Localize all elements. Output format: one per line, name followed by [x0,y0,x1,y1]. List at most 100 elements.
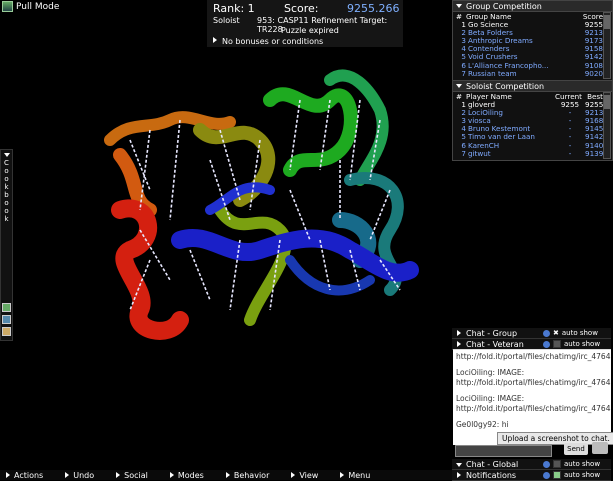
arrow-icon [6,472,10,478]
camera-icon[interactable] [592,442,608,454]
row-current: - [568,148,572,158]
expand-arrow-icon [457,471,461,478]
auto-show-toggle[interactable]: auto show [553,471,611,479]
collapse-arrow-icon [456,462,462,467]
cookbook-letter: C [4,159,9,167]
pull-mode-icon [2,1,13,12]
auto-show-toggle[interactable]: auto show [553,460,611,468]
menu-menu[interactable]: Menu [340,471,370,480]
notifications-tab[interactable]: Notifications auto show [452,470,611,481]
info-icon[interactable] [543,471,550,479]
row-score: 9020 [584,68,603,78]
auto-show-toggle[interactable]: ✖ auto show [553,329,611,337]
cookbook-letter: o [4,167,9,175]
chat-message: http://fold.it/portal/files/chatimg/irc_… [456,352,611,361]
menu-actions[interactable]: Actions [6,471,43,480]
menu-label: View [299,470,319,480]
cookbook-letter: b [4,191,9,199]
pull-mode-button[interactable]: Pull Mode [2,1,59,12]
info-icon[interactable] [543,460,550,468]
cookbook-letter: o [4,175,9,183]
recipe-icon[interactable] [2,303,11,312]
arrow-icon [291,472,296,478]
menu-undo[interactable]: Undo [65,471,94,480]
row-best: 9139 [585,148,604,158]
info-icon[interactable] [543,340,550,348]
recipe-group-icon[interactable] [2,315,11,324]
scroll-thumb[interactable] [604,15,610,29]
cookbook-letter: o [4,199,9,207]
recipe-edit-icon[interactable] [2,327,11,336]
bonus-label: No bonuses or conditions [222,37,324,46]
auto-show-label: auto show [564,471,601,479]
soloist-competition-header[interactable]: Soloist Competition [453,81,612,92]
arrow-icon [169,472,174,478]
close-icon: ✖ [553,329,559,337]
cookbook-letter: o [4,207,9,215]
send-button[interactable]: Send [564,443,588,455]
auto-show-label: auto show [564,340,601,348]
arrow-icon [340,472,345,478]
row-name: Russian team [468,68,517,78]
info-icon[interactable] [543,329,550,337]
bottom-menu-bar: Actions Undo Social Modes Behavior View … [0,470,452,480]
menu-behavior[interactable]: Behavior [225,470,270,480]
soloist-competition-panel: Soloist Competition # Player Name Curren… [452,80,613,161]
auto-show-label: auto show [561,329,598,337]
chat-global-tab[interactable]: Chat - Global auto show [452,459,611,470]
soloist-competition-title: Soloist Competition [466,81,545,91]
chat-veteran-label: Chat - Veteran [466,339,524,349]
arrow-icon [65,472,70,478]
table-row[interactable]: 7 Russian team 9020 [456,68,603,78]
menu-social[interactable]: Social [116,471,148,480]
menu-label: Undo [73,470,95,480]
collapse-arrow-icon [456,84,462,88]
menu-label: Modes [177,470,204,480]
checkbox-icon [553,460,561,468]
protein-structure[interactable] [90,60,450,360]
collapse-arrow-icon [456,4,462,8]
chat-message: LociOiling: IMAGE: http://fold.it/portal… [456,368,611,387]
group-competition-panel: Group Competition # Group Name Score 1 G… [452,0,613,81]
cookbook-tab[interactable]: C o o k b o o k [0,149,13,341]
row-rank: 7 [461,68,466,78]
chat-message: LociOiling: IMAGE: http://fold.it/portal… [456,394,611,413]
chat-input[interactable] [455,445,552,457]
menu-label: Actions [14,470,44,480]
soloist-scrollbar[interactable] [603,92,611,159]
score-label: Score: [284,2,319,15]
checkbox-icon [553,471,561,479]
group-competition-title: Group Competition [466,1,542,11]
soloist-label: Soloist [213,16,240,25]
scroll-thumb[interactable] [604,95,610,109]
menu-label: Social [124,470,148,480]
auto-show-toggle[interactable]: auto show [553,340,611,348]
cookbook-letter: k [4,215,9,223]
menu-modes[interactable]: Modes [169,470,204,480]
group-scrollbar[interactable] [603,12,611,79]
score-value: 9255.266 [347,2,400,15]
expand-arrow-icon [457,340,461,347]
cookbook-letter: k [4,183,9,191]
chat-global-label: Chat - Global [466,459,519,469]
score-panel: Rank: 1 Score: 9255.266 Soloist 953: CAS… [207,0,403,47]
pull-mode-label: Pull Mode [16,1,60,12]
row-name: gitwut [468,148,491,158]
expand-arrow-icon [457,329,461,336]
menu-label: Behavior [233,470,270,480]
notifications-label: Notifications [466,470,517,480]
table-row[interactable]: 7 gitwut - 9139 [456,148,604,158]
expand-arrow-icon [213,37,217,43]
menu-label: Menu [348,470,371,480]
puzzle-status: Puzzle expired [281,26,339,35]
rank-label: Rank: 1 [213,2,255,15]
chat-group-label: Chat - Group [466,328,518,338]
row-rank: 7 [461,148,466,158]
menu-view[interactable]: View [291,471,318,480]
group-competition-header[interactable]: Group Competition [453,1,612,12]
chat-group-tab[interactable]: Chat - Group ✖ auto show [452,328,611,339]
auto-show-label: auto show [564,460,601,468]
chat-log[interactable]: http://fold.it/portal/files/chatimg/irc_… [453,350,611,445]
bonus-toggle[interactable]: No bonuses or conditions [213,37,323,46]
arrow-icon [116,472,121,478]
